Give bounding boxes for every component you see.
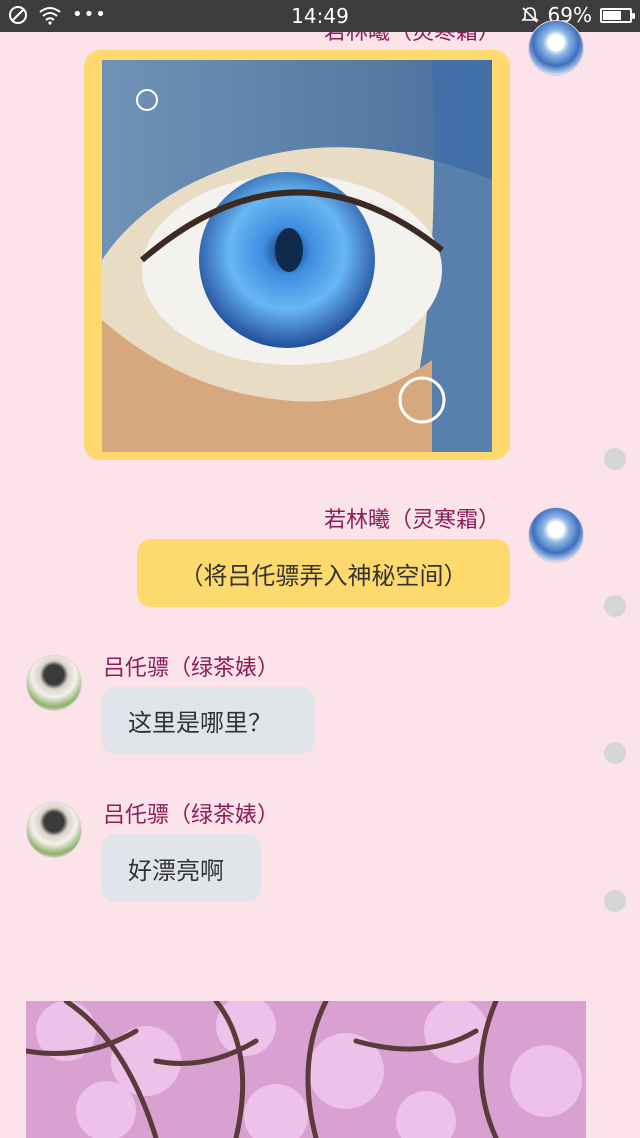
avatar[interactable] [528,20,584,76]
do-not-disturb-icon [9,5,27,24]
battery-fill [603,10,621,20]
cherry-blossom-illustration [26,1001,586,1138]
message-text: 好漂亮啊 [128,856,224,885]
silent-bell-icon [520,7,539,23]
message-text: 这里是哪里？ [128,709,272,737]
more-notifications-icon: ••• [72,4,107,25]
sender-name: 吕仛骠（绿茶婊） [103,656,280,681]
status-right-icons: 69% [520,3,635,27]
sender-name: 吕仛骠（绿茶婊） [103,803,280,828]
sender-name: 若林曦（灵寒霜） [323,508,500,533]
avatar[interactable] [528,507,584,563]
avatar[interactable] [26,802,82,858]
select-radio[interactable] [604,595,626,617]
select-radio[interactable] [604,890,626,912]
wifi-icon [39,6,61,25]
select-radio[interactable] [604,448,626,470]
avatar[interactable] [26,655,82,711]
battery-icon [600,7,635,23]
eye-illustration [102,60,492,452]
eye-image[interactable] [102,60,492,452]
message-bubble[interactable]: 这里是哪里？ [101,687,315,754]
image-message-bubble[interactable] [84,50,510,460]
message-bubble[interactable]: （将吕仛骠弄入神秘空间） [137,539,510,607]
message-text: （将吕仛骠弄入神秘空间） [179,561,468,590]
message-bubble[interactable]: 好漂亮啊 [101,834,261,902]
cherry-blossom-image[interactable] [26,1001,586,1138]
select-radio[interactable] [604,742,626,764]
status-left-icons: ••• [8,4,107,25]
